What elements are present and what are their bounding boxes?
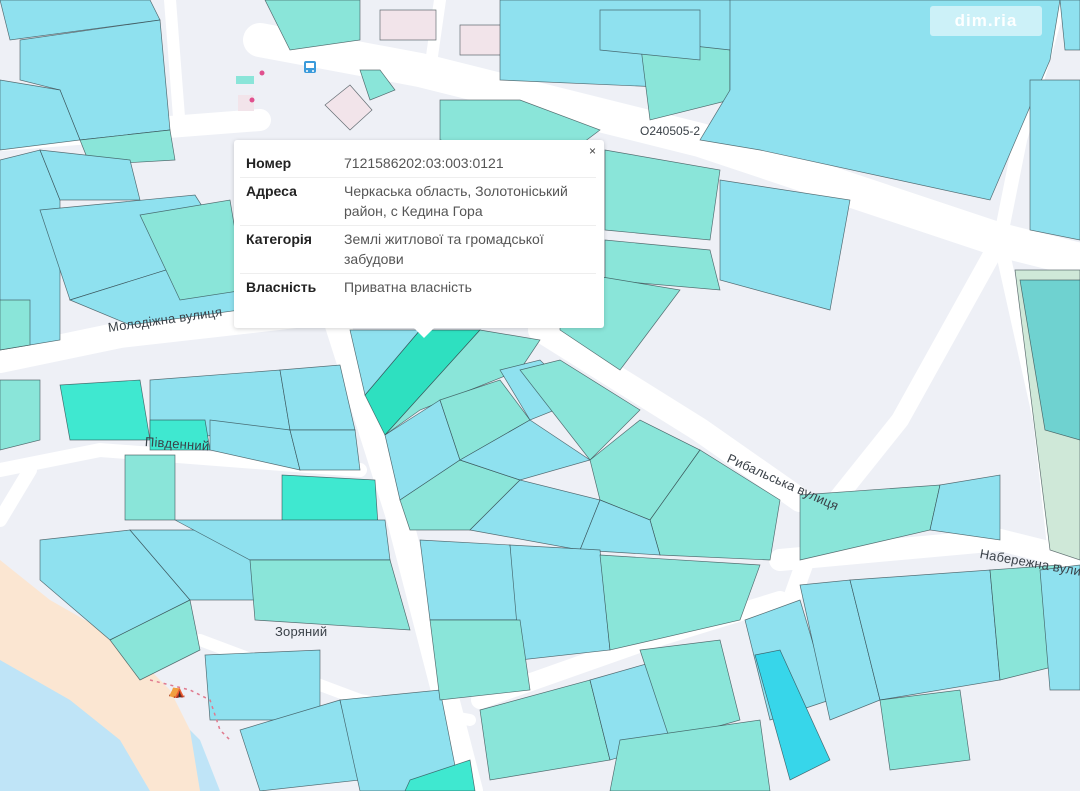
info-row-category: Категорія Землі житлової та громадської … [240,225,596,274]
info-value-ownership: Приватна власність [338,273,596,301]
bus-stop-icon [304,61,316,73]
picnic-icon: ⛺ [168,683,185,699]
parcel-info-popup: × Номер 7121586202:03:003:0121 Адреса Че… [234,140,604,338]
road-code-label: O240505-2 [640,124,701,138]
info-row-ownership: Власність Приватна власність [240,273,596,301]
cadastral-map[interactable]: ⛺ [0,0,1080,791]
street-label-zorianyi: Зоряний [275,624,328,639]
info-value-category: Землі житлової та громадської забудови [338,225,596,274]
info-row-address: Адреса Черкаська область, Золотоніський … [240,177,596,226]
poi-dot [249,97,255,103]
info-label: Адреса [240,177,338,226]
info-value-address: Черкаська область, Золотоніський район, … [338,177,596,226]
info-value-number: 7121586202:03:003:0121 [344,155,504,171]
poi-dot [259,70,265,76]
watermark-logo: dim.ria [930,6,1042,36]
info-row-number: Номер 7121586202:03:003:0121 [240,150,596,178]
poi-marker [238,95,254,111]
info-label: Номер [246,155,292,171]
info-label: Категорія [240,225,338,274]
poi-marker [236,76,254,84]
info-label: Власність [240,273,338,301]
parcel-info-table: Номер 7121586202:03:003:0121 Адреса Черк… [240,150,596,301]
